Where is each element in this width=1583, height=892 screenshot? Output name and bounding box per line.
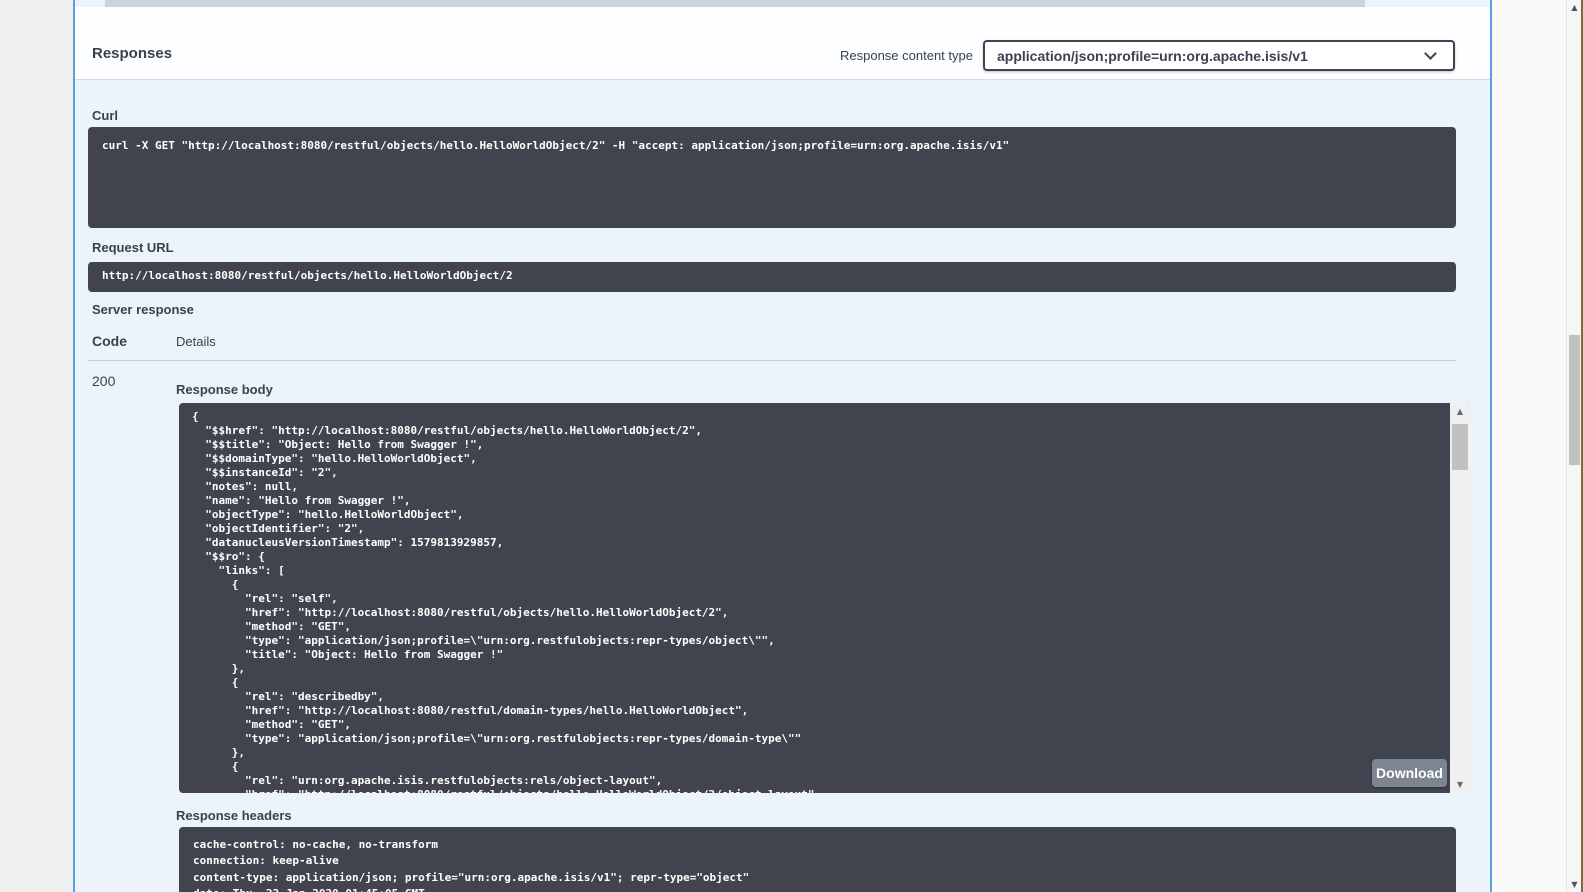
response-body-line: "objectIdentifier": "2", [192, 522, 1444, 536]
page-scrollbar-thumb[interactable] [1569, 335, 1580, 465]
response-body-line: { [192, 760, 1444, 774]
scroll-up-icon[interactable]: ▲ [1450, 403, 1470, 420]
response-body-line: "method": "GET", [192, 620, 1444, 634]
response-body-line: "$$domainType": "hello.HelloWorldObject"… [192, 452, 1444, 466]
code-column-header: Code [92, 333, 127, 349]
response-body-line: }, [192, 662, 1444, 676]
page-scrollbar[interactable]: ▲ ▼ [1566, 0, 1581, 892]
response-body-line: "links": [ [192, 564, 1444, 578]
response-body-scrollbar[interactable]: ▲ ▼ [1450, 403, 1470, 793]
scroll-down-icon[interactable]: ▼ [1450, 776, 1470, 793]
status-code: 200 [92, 373, 115, 389]
response-header-line: connection: keep-alive [193, 853, 1442, 869]
response-body-line: "rel": "describedby", [192, 690, 1444, 704]
response-body-line: "href": "http://localhost:8080/restful/o… [192, 788, 1444, 793]
response-body-line: { [192, 676, 1444, 690]
request-url-block: http://localhost:8080/restful/objects/he… [88, 262, 1456, 292]
response-body-code: { "$$href": "http://localhost:8080/restf… [192, 410, 1444, 793]
response-content-type-select[interactable]: application/json;profile=urn:org.apache.… [983, 40, 1455, 71]
previous-section-edge [105, 0, 1365, 7]
response-body-line: "$$instanceId": "2", [192, 466, 1444, 480]
page-scroll-up-icon[interactable]: ▲ [1567, 0, 1582, 15]
response-body-line: "$$href": "http://localhost:8080/restful… [192, 424, 1444, 438]
response-header-line: content-type: application/json; profile=… [193, 870, 1442, 886]
request-url-text: http://localhost:8080/restful/objects/he… [102, 269, 1442, 283]
chevron-down-icon [1424, 47, 1437, 60]
response-body-line: }, [192, 746, 1444, 760]
response-body-line: "type": "application/json;profile=\"urn:… [192, 732, 1444, 746]
response-body-scrollbar-thumb[interactable] [1452, 424, 1468, 470]
response-content-type-label: Response content type [840, 48, 973, 63]
response-body-line: "name": "Hello from Swagger !", [192, 494, 1444, 508]
response-header-line: date: Thu, 23 Jan 2020 01:45:05 GMT [193, 886, 1442, 892]
curl-command-text: curl -X GET "http://localhost:8080/restf… [102, 139, 1442, 153]
response-body-line: { [192, 578, 1444, 592]
table-divider [88, 360, 1456, 361]
curl-label: Curl [92, 108, 118, 123]
response-body-line: "href": "http://localhost:8080/restful/d… [192, 704, 1444, 718]
curl-command-block: curl -X GET "http://localhost:8080/restf… [88, 127, 1456, 228]
response-body-line: "notes": null, [192, 480, 1444, 494]
response-body-line: "$$title": "Object: Hello from Swagger !… [192, 438, 1444, 452]
response-header-line: cache-control: no-cache, no-transform [193, 837, 1442, 853]
page-scroll-down-icon[interactable]: ▼ [1567, 877, 1582, 892]
response-headers-code: cache-control: no-cache, no-transformcon… [193, 837, 1442, 892]
response-body-block: { "$$href": "http://localhost:8080/restf… [179, 403, 1470, 793]
response-body-line: "method": "GET", [192, 718, 1444, 732]
response-body-label: Response body [176, 382, 273, 397]
details-column-header: Details [176, 334, 216, 349]
response-body-line: "objectType": "hello.HelloWorldObject", [192, 508, 1444, 522]
response-content-type-value: application/json;profile=urn:org.apache.… [985, 48, 1426, 64]
download-button[interactable]: Download [1372, 759, 1447, 787]
page-left-gutter [0, 0, 73, 892]
response-body-line: "href": "http://localhost:8080/restful/o… [192, 606, 1444, 620]
response-body-line: "type": "application/json;profile=\"urn:… [192, 634, 1444, 648]
response-body-line: "rel": "self", [192, 592, 1444, 606]
swagger-ui-page: Responses Response content type applicat… [0, 0, 1583, 892]
response-headers-block: cache-control: no-cache, no-transformcon… [179, 827, 1456, 892]
request-url-label: Request URL [92, 240, 174, 255]
server-response-label: Server response [92, 302, 194, 317]
response-body-line: "datanucleusVersionTimestamp": 157981392… [192, 536, 1444, 550]
response-body-line: "title": "Object: Hello from Swagger !" [192, 648, 1444, 662]
responses-title: Responses [92, 45, 172, 62]
response-body-line: "rel": "urn:org.apache.isis.restfulobjec… [192, 774, 1444, 788]
response-headers-label: Response headers [176, 808, 292, 823]
response-body-line: { [192, 410, 1444, 424]
response-body-line: "$$ro": { [192, 550, 1444, 564]
